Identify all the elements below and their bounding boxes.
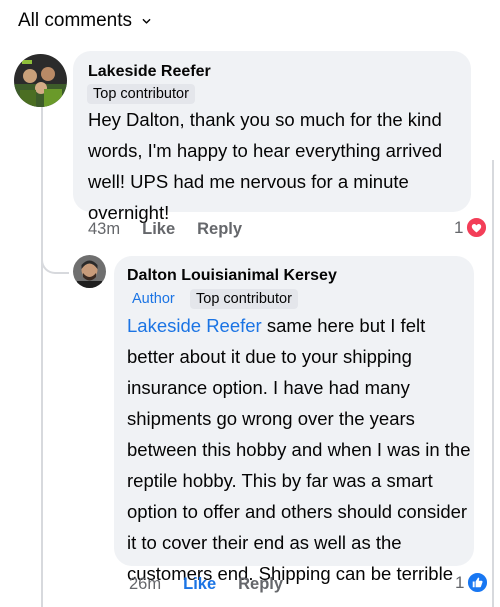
reply-button[interactable]: Reply [238,575,283,594]
reply-time[interactable]: 26m [129,575,161,594]
comment-text: Hey Dalton, thank you so much for the ki… [88,109,443,223]
like-button[interactable]: Like [183,575,216,594]
reply-bubble: Dalton Louisianimal Kersey Author Top co… [114,256,474,584]
top-contributor-badge: Top contributor [87,84,195,104]
comments-filter-dropdown[interactable]: All comments [18,10,151,32]
like-icon [467,572,489,593]
comment-time[interactable]: 43m [88,220,120,239]
filter-label: All comments [18,10,133,31]
top-contributor-badge: Top contributor [190,289,298,309]
reaction-count: 1 [455,572,465,592]
comment-actions: 43m Like Reply [88,220,264,239]
reply-text: Lakeside Reefer same here but I felt bet… [127,310,471,589]
reaction-summary[interactable]: 1 [455,572,489,593]
mention-link[interactable]: Lakeside Reefer [127,315,262,336]
author-badge: Author [132,291,175,307]
like-button[interactable]: Like [142,220,175,239]
reaction-count: 1 [454,217,464,237]
avatar-dalton-kersey[interactable] [73,255,106,288]
reply-thread-line [492,160,494,607]
reply-button[interactable]: Reply [197,220,242,239]
thread-connector [41,248,69,274]
reply-author[interactable]: Dalton Louisianimal Kersey [127,267,337,285]
avatar-lakeside-reefer[interactable] [14,54,67,107]
thread-line-vertical [41,104,43,607]
reply-body: same here but I felt better about it due… [127,315,471,584]
heart-icon [466,217,488,238]
reply-actions: 26m Like Reply [129,575,305,594]
reaction-summary[interactable]: 1 [454,217,488,238]
comment-bubble: Lakeside Reefer Top contributor Hey Dalt… [73,51,471,223]
chevron-down-icon [142,18,151,24]
comment-author[interactable]: Lakeside Reefer [88,63,211,81]
